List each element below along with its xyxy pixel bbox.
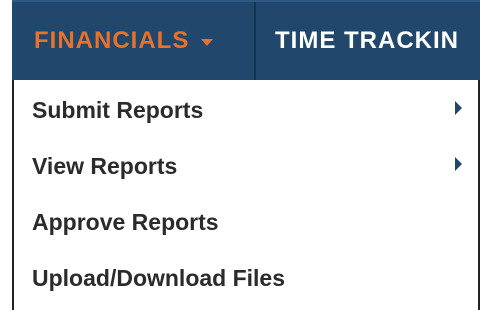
menu-item-label: Submit Reports (32, 96, 204, 123)
caret-down-icon (201, 38, 214, 46)
menu-item-upload-download-files[interactable]: Upload/Download Files (14, 250, 478, 306)
chevron-right-icon (455, 101, 462, 115)
financials-dropdown-menu: Submit Reports View Reports Approve Repo… (12, 80, 480, 310)
menu-item-label: Approve Reports (32, 208, 219, 235)
menu-item-label: View Reports (32, 152, 178, 179)
chevron-right-icon (455, 157, 462, 171)
tab-time-tracking[interactable]: TIME TRACKIN (275, 2, 480, 80)
menu-item-view-reports[interactable]: View Reports (14, 138, 478, 194)
screen: FINANCIALS TIME TRACKIN Submit Reports V… (0, 0, 480, 310)
nav-divider (254, 2, 256, 80)
tab-time-tracking-label: TIME TRACKIN (275, 27, 459, 54)
menu-item-approve-reports[interactable]: Approve Reports (14, 194, 478, 250)
tab-financials[interactable]: FINANCIALS (12, 2, 254, 80)
top-navigation-bar: FINANCIALS TIME TRACKIN (12, 0, 480, 80)
menu-item-label: Upload/Download Files (32, 264, 286, 291)
tab-financials-label: FINANCIALS (34, 27, 190, 54)
menu-item-submit-reports[interactable]: Submit Reports (14, 82, 478, 138)
